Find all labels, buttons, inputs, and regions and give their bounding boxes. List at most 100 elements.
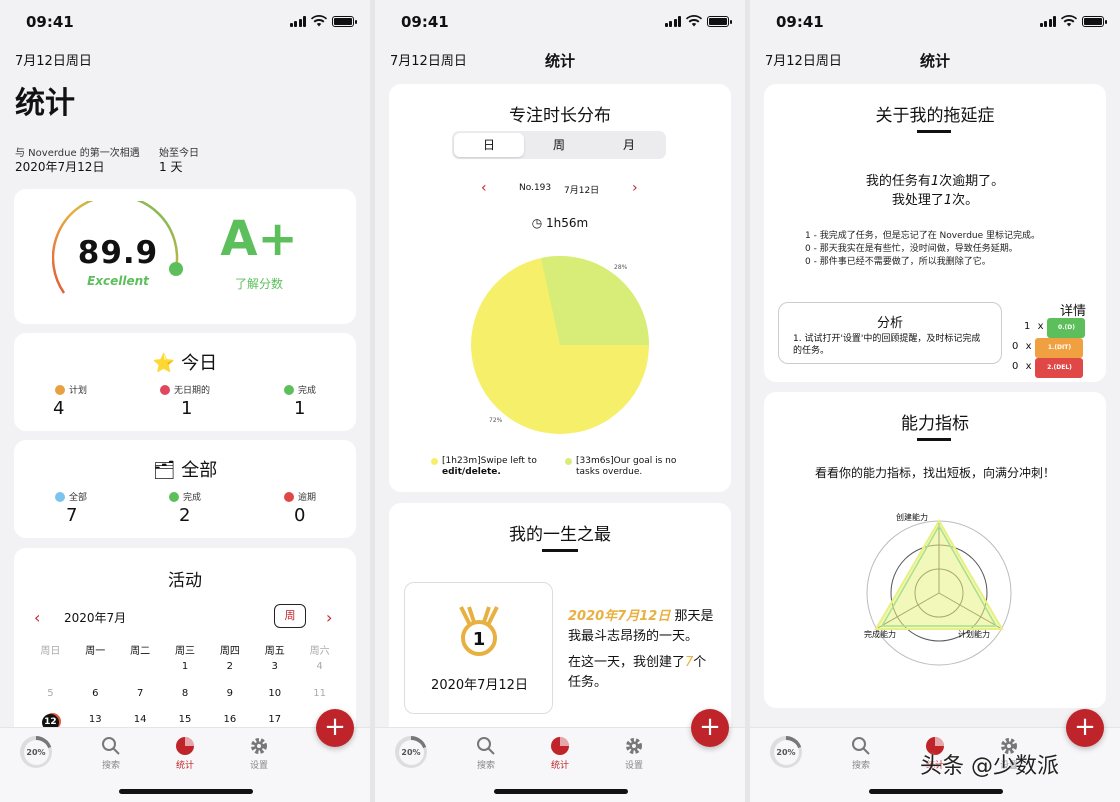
- screen-stats-procrastination: 09:41 统计 7月12日周日 关于我的拖延症 我的任务有1次逾期了。 我处理…: [750, 0, 1120, 802]
- add-task-button[interactable]: +: [691, 709, 729, 747]
- dot-red: [283, 491, 294, 502]
- svg-text:1: 1: [473, 629, 486, 650]
- dot-green: [168, 491, 179, 502]
- title-underline: [917, 438, 951, 441]
- status-bar: 09:41: [0, 0, 370, 44]
- battery-icon: [707, 15, 732, 27]
- star-icon: ⭐: [152, 353, 176, 374]
- status-time: 09:41: [401, 13, 449, 31]
- add-task-button[interactable]: +: [1066, 709, 1104, 747]
- all-total: 全部 7: [31, 490, 111, 526]
- tab-stats[interactable]: 统计: [535, 734, 585, 771]
- legend-item-2: [33m6s]Our goal is no tasks overdue.: [565, 456, 676, 478]
- all-title: 🗂 全部: [152, 460, 218, 481]
- tab-search[interactable]: 搜索: [86, 734, 136, 771]
- status-time: 09:41: [776, 13, 824, 31]
- gear-icon: [626, 738, 642, 754]
- today-card: ⭐ 今日 计划 4 无日期的 1 完成 1: [14, 333, 356, 431]
- header-date: 7月12日周日: [15, 54, 92, 69]
- focus-no: No.193: [519, 183, 552, 193]
- battery-icon: [332, 15, 357, 27]
- status-time: 09:41: [26, 13, 74, 31]
- status-icons: [1039, 15, 1107, 27]
- medal-box: 1 2020年7月12日: [404, 582, 553, 714]
- dot-green: [283, 384, 294, 395]
- score-card[interactable]: 89.9 Excellent A+ 了解分数: [14, 189, 356, 324]
- weekday-row: 周日 周一 周二 周三 周四 周五 周六: [40, 646, 330, 657]
- tab-search[interactable]: 搜索: [836, 734, 886, 771]
- since-value: 1 天: [159, 160, 183, 174]
- week-mode-button[interactable]: 周: [274, 604, 306, 628]
- gear-icon: [251, 738, 267, 754]
- add-task-button[interactable]: +: [316, 709, 354, 747]
- wifi-icon: [311, 15, 327, 27]
- header-date: 7月12日周日: [765, 54, 842, 69]
- status-icons: [289, 15, 357, 27]
- home-indicator: [869, 789, 1003, 794]
- header-date: 7月12日周日: [390, 54, 467, 69]
- progress-ring[interactable]: 20%: [770, 736, 802, 768]
- activity-title: 活动: [168, 571, 202, 591]
- legend-item-1: [1h23m]Swipe left to edit/delete.: [431, 456, 537, 478]
- focus-pie-chart: [471, 255, 649, 434]
- today-nodate: 无日期的 1: [145, 383, 225, 419]
- detail-list: 1 x 0.(D) 0 x 1.(DIT) 0 x 2.(DEL): [1012, 318, 1086, 378]
- signal-icon: [289, 15, 306, 27]
- since-label: 始至今日: [159, 148, 199, 159]
- inbox-icon: 🗂: [152, 460, 176, 481]
- analysis-title: 分析: [876, 316, 903, 331]
- calendar-week-2: 5 6 7 8 9 10 11: [47, 688, 326, 699]
- tab-settings[interactable]: 设置: [234, 734, 284, 771]
- tab-stats[interactable]: 统计: [160, 734, 210, 771]
- search-icon: [477, 737, 495, 755]
- month-label: 2020年7月: [64, 611, 127, 625]
- focus-title: 专注时长分布: [509, 106, 611, 126]
- pie-chart-icon: [551, 737, 569, 755]
- home-indicator: [494, 789, 628, 794]
- ability-card: 能力指标 看看你的能力指标，找出短板，向满分冲刺！ 创建能力 完成能力 计划能力: [764, 392, 1106, 708]
- overdue-summary: 我的任务有1次逾期了。 我处理了1次。: [865, 174, 1005, 208]
- wifi-icon: [1061, 15, 1077, 27]
- status-bar: 09:41: [750, 0, 1120, 44]
- ability-radar-chart: [866, 519, 1012, 666]
- search-icon: [102, 737, 120, 755]
- segment-month[interactable]: 月: [594, 133, 664, 157]
- next-month-button[interactable]: ›: [326, 608, 332, 627]
- axis-plan: 计划能力: [958, 630, 990, 639]
- overdue-notes: 1 - 我完成了任务，但是忘记了在 Noverdue 里标记完成。 0 - 那天…: [805, 231, 1041, 267]
- today-done: 完成 1: [260, 383, 340, 419]
- detail-title: 详情: [1060, 304, 1087, 319]
- home-indicator: [119, 789, 253, 794]
- all-overdue: 逾期 0: [260, 490, 340, 526]
- today-plan: 计划 4: [53, 384, 87, 419]
- focus-total: ◷ 1h56m: [531, 216, 589, 230]
- progress-ring[interactable]: 20%: [395, 736, 427, 768]
- grade-link[interactable]: 了解分数: [214, 275, 304, 292]
- medal-date: 2020年7月12日: [431, 678, 528, 693]
- progress-ring[interactable]: 20%: [20, 736, 52, 768]
- tab-settings[interactable]: 设置: [609, 734, 659, 771]
- prev-month-button[interactable]: ‹: [34, 608, 40, 627]
- next-day-button[interactable]: ›: [632, 180, 638, 196]
- segment-week[interactable]: 周: [524, 133, 594, 157]
- status-bar: 09:41: [375, 0, 745, 44]
- focus-date: 7月12日: [564, 186, 600, 196]
- detail-row: 0 x 2.(DEL): [1012, 358, 1085, 378]
- signal-icon: [664, 15, 681, 27]
- tab-search[interactable]: 搜索: [461, 734, 511, 771]
- status-icons: [664, 15, 732, 27]
- battery-icon: [1082, 15, 1107, 27]
- ability-subtitle: 看看你的能力指标，找出短板，向满分冲刺！: [814, 466, 1055, 480]
- first-meet-value: 2020年7月12日: [15, 160, 105, 174]
- clock-icon: ◷: [531, 216, 543, 230]
- score-text: Excellent: [87, 274, 149, 288]
- screen-stats-overview: 09:41 7月12日周日 统计 与 Noverdue 的第一次相遇 2020年…: [0, 0, 370, 802]
- axis-complete: 完成能力: [864, 630, 896, 639]
- dot-red: [159, 384, 170, 395]
- first-meet-label: 与 Noverdue 的第一次相遇: [15, 148, 140, 159]
- title-underline: [542, 549, 578, 552]
- period-segment[interactable]: 日 周 月: [452, 131, 666, 159]
- signal-icon: [1039, 15, 1056, 27]
- prev-day-button[interactable]: ‹: [481, 180, 487, 196]
- segment-day[interactable]: 日: [454, 133, 524, 157]
